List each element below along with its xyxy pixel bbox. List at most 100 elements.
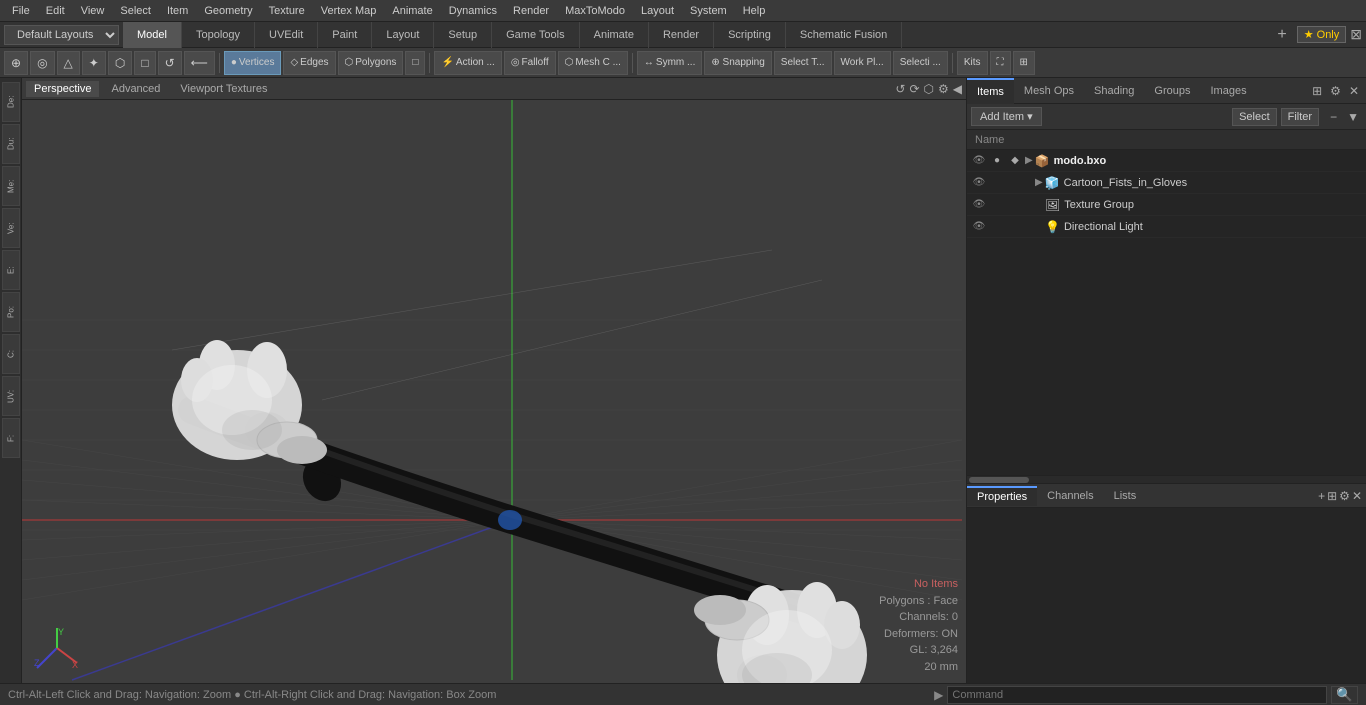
items-scrollbar[interactable] (967, 475, 1366, 483)
layout-tab-setup[interactable]: Setup (434, 22, 492, 48)
tool-local[interactable]: △ (57, 51, 80, 75)
tool-world[interactable]: ◎ (30, 51, 54, 75)
star-only-button[interactable]: ★ Only (1297, 26, 1347, 43)
sidebar-btn-du[interactable]: Du: (2, 124, 20, 164)
layout-tab-uvedit[interactable]: UVEdit (255, 22, 318, 48)
viewport-frame-btn[interactable]: ⬡ (924, 82, 934, 96)
sidebar-btn-me[interactable]: Me: (2, 166, 20, 206)
prop-tab-properties[interactable]: Properties (967, 486, 1037, 506)
edges-button[interactable]: ◇ Edges (283, 51, 335, 75)
items-close-btn[interactable]: ✕ (1346, 84, 1362, 98)
menu-system[interactable]: System (682, 3, 735, 19)
mesh-button[interactable]: ⬡ Mesh C ... (558, 51, 628, 75)
snapping-button[interactable]: ⊕ Snapping (704, 51, 771, 75)
menu-render[interactable]: Render (505, 3, 557, 19)
layout-tab-layout[interactable]: Layout (372, 22, 434, 48)
symmetry-button[interactable]: ↔ Symm ... (637, 51, 702, 75)
items-expand-btn[interactable]: ⊞ (1309, 84, 1325, 98)
item-eye-modo[interactable]: 👁 (971, 153, 987, 169)
select-t-button[interactable]: Select T... (774, 51, 832, 75)
layout-tab-paint[interactable]: Paint (318, 22, 372, 48)
viewport-tab-perspective[interactable]: Perspective (26, 81, 99, 97)
layout-tab-schematic[interactable]: Schematic Fusion (786, 22, 902, 48)
command-input[interactable] (947, 686, 1327, 704)
item-eye-texture[interactable]: 👁 (971, 197, 987, 213)
menu-file[interactable]: File (4, 3, 38, 19)
item-row-texture-group[interactable]: 👁 🖼 Texture Group (967, 194, 1366, 216)
sidebar-btn-f[interactable]: F: (2, 418, 20, 458)
items-settings-btn[interactable]: ⚙ (1327, 84, 1344, 98)
properties-plus-btn[interactable]: + (1318, 489, 1325, 503)
falloff-button[interactable]: ◎ Falloff (504, 51, 556, 75)
menu-edit[interactable]: Edit (38, 3, 73, 19)
sidebar-btn-ve[interactable]: Ve: (2, 208, 20, 248)
menu-geometry[interactable]: Geometry (196, 3, 260, 19)
layout-tab-render[interactable]: Render (649, 22, 714, 48)
tool-scale[interactable]: ⟵ (184, 51, 215, 75)
items-tab-groups[interactable]: Groups (1144, 78, 1200, 104)
item-eye-cartoon[interactable]: 👁 (971, 175, 987, 191)
sidebar-btn-po[interactable]: Po: (2, 292, 20, 332)
properties-expand-btn[interactable]: ⊞ (1327, 489, 1337, 503)
menu-texture[interactable]: Texture (261, 3, 313, 19)
items-tab-meshops[interactable]: Mesh Ops (1014, 78, 1084, 104)
sidebar-btn-de[interactable]: De: (2, 82, 20, 122)
items-select-button[interactable]: Select (1232, 108, 1277, 126)
grid-button[interactable]: ⊞ (1013, 51, 1035, 75)
action-button[interactable]: ⚡ Action ... (434, 51, 501, 75)
menu-vertex-map[interactable]: Vertex Map (313, 3, 385, 19)
menu-select[interactable]: Select (112, 3, 159, 19)
default-layouts-dropdown[interactable]: Default Layouts (4, 25, 119, 45)
fullscreen-button[interactable]: ⛶ (990, 51, 1011, 75)
prop-tab-channels[interactable]: Channels (1037, 487, 1103, 505)
menu-item[interactable]: Item (159, 3, 196, 19)
mode-button[interactable]: □ (405, 51, 425, 75)
item-eye-light[interactable]: 👁 (971, 219, 987, 235)
layout-tab-scripting[interactable]: Scripting (714, 22, 786, 48)
item-row-directional-light[interactable]: 👁 💡 Directional Light (967, 216, 1366, 238)
menu-dynamics[interactable]: Dynamics (441, 3, 505, 19)
work-pl-button[interactable]: Work Pl... (834, 51, 891, 75)
item-row-cartoon-fists[interactable]: 👁 ▶ 🧊 Cartoon_Fists_in_Gloves (967, 172, 1366, 194)
layout-tab-topology[interactable]: Topology (182, 22, 255, 48)
menu-layout[interactable]: Layout (633, 3, 682, 19)
sidebar-btn-uv[interactable]: UV: (2, 376, 20, 416)
viewport-zoom-btn[interactable]: ⟳ (909, 82, 919, 96)
maximize-button[interactable]: ⊠ (1350, 26, 1362, 43)
polygons-button[interactable]: ⬡ Polygons (338, 51, 404, 75)
kits-button[interactable]: Kits (957, 51, 988, 75)
items-minus-btn[interactable]: − (1327, 110, 1340, 124)
sidebar-btn-e[interactable]: E: (2, 250, 20, 290)
tool-select[interactable]: ✦ (82, 51, 106, 75)
prop-tab-lists[interactable]: Lists (1104, 487, 1147, 505)
layout-tab-animate[interactable]: Animate (580, 22, 649, 48)
items-tab-shading[interactable]: Shading (1084, 78, 1144, 104)
tool-rotate[interactable]: ↺ (158, 51, 182, 75)
items-tab-images[interactable]: Images (1201, 78, 1257, 104)
layout-tab-model[interactable]: Model (123, 22, 182, 48)
properties-close-btn[interactable]: ✕ (1352, 489, 1362, 503)
viewport-tab-advanced[interactable]: Advanced (103, 81, 168, 97)
sidebar-btn-c[interactable]: C: (2, 334, 20, 374)
command-search-button[interactable]: 🔍 (1331, 686, 1358, 704)
properties-settings-btn[interactable]: ⚙ (1339, 489, 1350, 503)
menu-view[interactable]: View (73, 3, 113, 19)
tool-mirror[interactable]: ⬡ (108, 51, 132, 75)
item-row-modo-bxo[interactable]: 👁 ● ◆ ▶ 📦 modo.bxo (967, 150, 1366, 172)
menu-animate[interactable]: Animate (384, 3, 440, 19)
layout-tab-gametools[interactable]: Game Tools (492, 22, 580, 48)
menu-help[interactable]: Help (735, 3, 774, 19)
tool-center[interactable]: ⊕ (4, 51, 28, 75)
add-item-button[interactable]: Add Item ▾ (971, 107, 1042, 126)
viewport-tab-textures[interactable]: Viewport Textures (172, 81, 275, 97)
add-layout-button[interactable]: + (1271, 26, 1292, 44)
vertices-button[interactable]: ● Vertices (224, 51, 282, 75)
viewport-3d[interactable]: No Items Polygons : Face Channels: 0 Def… (22, 100, 966, 683)
viewport-rotate-btn[interactable]: ↺ (895, 82, 905, 96)
viewport-collapse-btn[interactable]: ◀ (953, 82, 962, 96)
menu-maxtomodo[interactable]: MaxToModo (557, 3, 633, 19)
item-eye3-modo[interactable]: ◆ (1007, 153, 1023, 169)
items-filter-button[interactable]: Filter (1281, 108, 1319, 126)
items-arrow-btn[interactable]: ▼ (1344, 110, 1362, 124)
items-tab-items[interactable]: Items (967, 78, 1014, 104)
